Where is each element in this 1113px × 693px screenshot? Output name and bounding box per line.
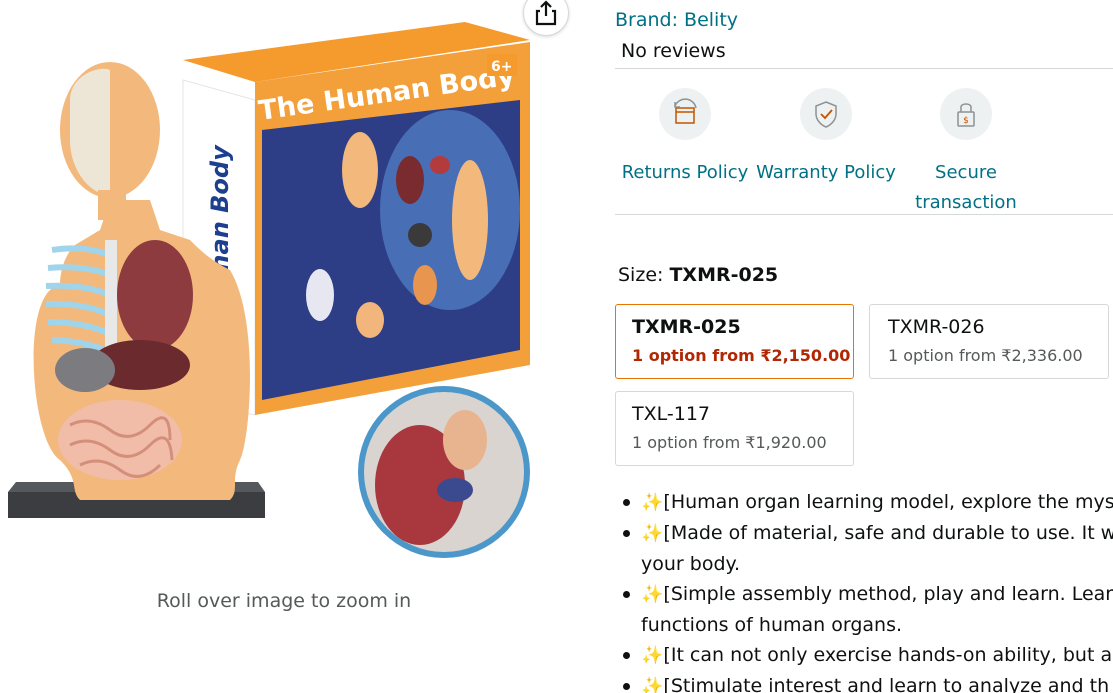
returns-box-icon: [674, 98, 697, 124]
divider: [615, 68, 1113, 69]
warranty-policy-badge[interactable]: Warranty Policy: [756, 88, 896, 188]
stomach: [55, 348, 115, 392]
share-icon: [535, 0, 557, 26]
size-option-price: 1 option from ₹1,920.00: [632, 433, 827, 452]
feature-bullets: ✨[Human organ learning model, explore th…: [615, 487, 1113, 693]
feature-bullet-continuation: your body.: [641, 553, 741, 575]
sparkle-icon: ✨: [641, 523, 664, 544]
feature-bullet: ✨[Human organ learning model, explore th…: [615, 487, 1113, 518]
size-option-name: TXL-117: [632, 403, 710, 425]
feature-bullet-continuation: functions of human organs.: [641, 614, 903, 636]
selected-size: TXMR-025: [669, 264, 779, 286]
size-option-txmr-026[interactable]: TXMR-026 1 option from ₹2,336.00: [869, 304, 1109, 379]
size-option-price: 1 option from ₹2,150.00: [632, 346, 851, 365]
warranty-shield-icon: [815, 101, 837, 128]
size-option-name: TXMR-025: [632, 316, 741, 338]
age-badge: 6+: [491, 59, 512, 75]
sparkle-icon: ✨: [641, 584, 664, 605]
feature-bullet: ✨[Simple assembly method, play and learn…: [615, 579, 1113, 610]
feature-bullet: ✨[It can not only exercise hands-on abil…: [615, 640, 1113, 671]
sparkle-icon: ✨: [641, 645, 664, 666]
size-selection-label: Size: TXMR-025: [618, 264, 778, 286]
reviews-text: No reviews: [621, 40, 726, 62]
lungs: [117, 240, 193, 350]
brand-link[interactable]: Brand: Belity: [615, 9, 738, 31]
sparkle-icon: ✨: [641, 492, 664, 513]
returns-policy-badge[interactable]: Returns Policy: [615, 88, 755, 188]
secure-transaction-label: Secure transaction: [915, 162, 1017, 213]
size-option-txl-117[interactable]: TXL-117 1 option from ₹1,920.00: [615, 391, 854, 466]
human-body-model-illustration: The Human Body The Human Body 6+: [8, 22, 530, 558]
image-gallery: The Human Body The Human Body 6+ Roll ov…: [0, 0, 580, 693]
divider: [615, 214, 1113, 215]
returns-policy-label: Returns Policy: [621, 162, 749, 183]
intestines: [58, 400, 182, 480]
size-option-txmr-025[interactable]: TXMR-025 1 option from ₹2,150.00: [615, 304, 854, 379]
svg-text:$: $: [963, 116, 969, 126]
feature-bullet: ✨[Stimulate interest and learn to analyz…: [615, 671, 1113, 693]
product-main-image[interactable]: The Human Body The Human Body 6+: [0, 20, 545, 560]
warranty-policy-label: Warranty Policy: [756, 162, 896, 183]
trust-badges: Returns Policy Warranty Policy $ Secure …: [615, 88, 1035, 213]
product-details: Brand: Belity No reviews Returns Policy: [615, 0, 1113, 693]
size-label: Size:: [618, 264, 670, 286]
feature-bullet: ✨[Made of material, safe and durable to …: [615, 518, 1113, 549]
zoom-hint: Roll over image to zoom in: [156, 590, 412, 612]
size-option-name: TXMR-026: [888, 316, 985, 338]
sparkle-icon: ✨: [641, 676, 664, 693]
secure-transaction-badge[interactable]: $ Secure transaction: [896, 88, 1036, 218]
size-option-price: 1 option from ₹2,336.00: [888, 346, 1083, 365]
secure-lock-icon: $: [957, 103, 975, 127]
